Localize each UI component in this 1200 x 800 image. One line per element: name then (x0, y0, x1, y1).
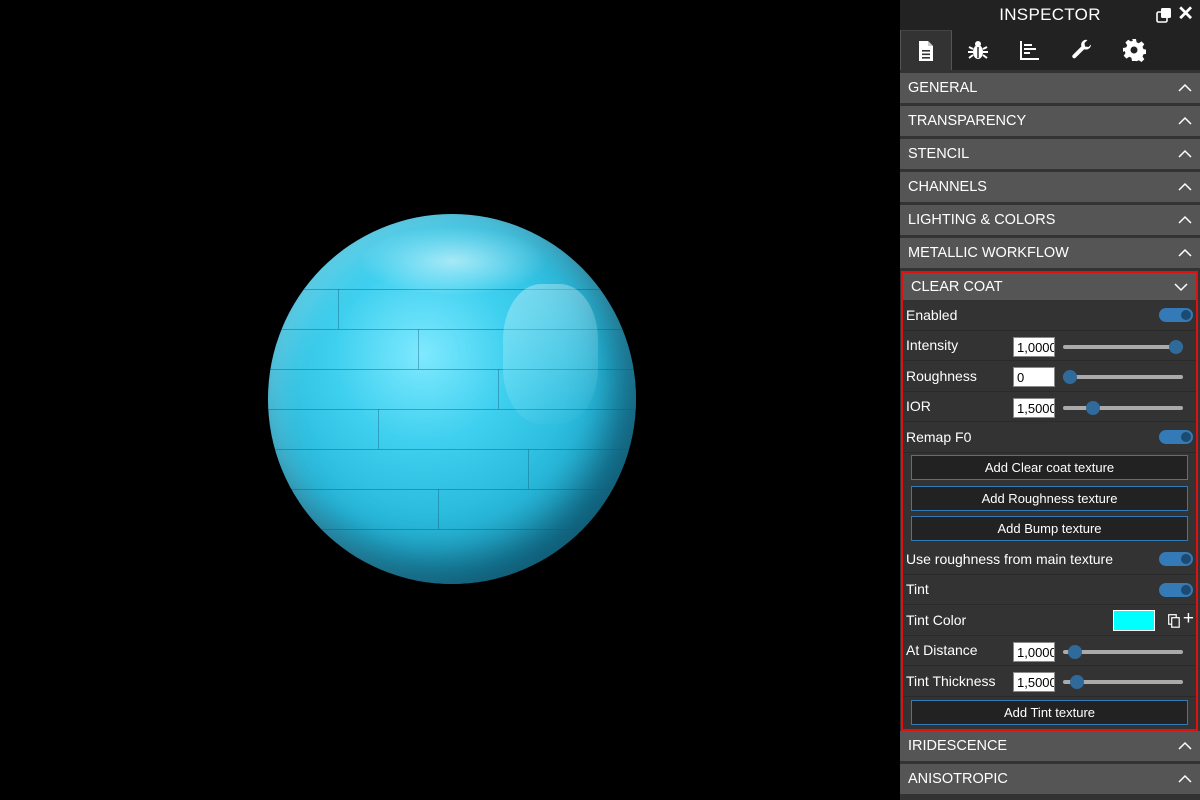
row-at-distance: At Distance 1,0000 (903, 636, 1196, 666)
document-icon (919, 40, 933, 61)
inspector-header: INSPECTOR ✕ (900, 0, 1200, 30)
section-label: TRANSPARENCY (908, 113, 1027, 129)
section-label: STENCIL (908, 146, 970, 162)
add-roughness-texture-button[interactable]: Add Roughness texture (911, 485, 1188, 511)
section-label: METALLIC WORKFLOW (908, 245, 1069, 261)
plus-icon[interactable]: + (1183, 609, 1194, 629)
roughness-input[interactable]: 0 (1013, 367, 1055, 387)
add-clearcoat-texture-button[interactable]: Add Clear coat texture (911, 455, 1188, 481)
slider-thumb[interactable] (1086, 400, 1101, 415)
section-general[interactable]: GENERAL (900, 73, 1200, 103)
row-ior: IOR 1,5000 (903, 392, 1196, 422)
chevron-up-icon (1178, 149, 1192, 158)
slider-thumb[interactable] (1070, 675, 1085, 689)
row-intensity: Intensity 1,0000 (903, 331, 1196, 361)
tab-tools[interactable] (1056, 30, 1108, 70)
use-roughness-label: Use roughness from main texture (906, 550, 1113, 567)
inspector-tabs (900, 30, 1200, 70)
add-bump-texture-button[interactable]: Add Bump texture (911, 516, 1188, 542)
tint-thickness-slider[interactable] (1063, 675, 1183, 689)
inspector-panel: INSPECTOR ✕ GENERAL TRANSPARENCY STENCIL… (900, 0, 1200, 800)
close-icon[interactable]: ✕ (1177, 3, 1194, 25)
chart-icon (1020, 41, 1039, 60)
at-distance-label: At Distance (906, 642, 978, 659)
row-bump-texture: Add Bump texture (903, 514, 1196, 545)
copy-icon[interactable] (1168, 614, 1180, 628)
section-clear-coat: CLEAR COAT Enabled Intensity 1,0000 Roug… (901, 271, 1198, 731)
section-lighting-colors[interactable]: LIGHTING & COLORS (900, 205, 1200, 235)
row-tint-texture: Add Tint texture (903, 697, 1196, 729)
render-viewport[interactable] (0, 0, 900, 800)
intensity-slider[interactable] (1063, 339, 1183, 354)
chevron-up-icon (1178, 248, 1192, 257)
tab-debug[interactable] (952, 30, 1004, 70)
ior-slider[interactable] (1063, 400, 1183, 415)
tab-settings[interactable] (1108, 30, 1160, 70)
row-roughness-texture: Add Roughness texture (903, 483, 1196, 514)
roughness-label: Roughness (906, 367, 977, 384)
section-anisotropic[interactable]: ANISOTROPIC (900, 763, 1200, 794)
chevron-down-icon (1174, 283, 1188, 292)
section-label: IRIDESCENCE (908, 737, 1008, 754)
ior-input[interactable]: 1,5000 (1013, 397, 1055, 418)
property-sections: GENERAL TRANSPARENCY STENCIL CHANNELS LI… (900, 70, 1200, 794)
section-metallic-workflow[interactable]: METALLIC WORKFLOW (900, 238, 1200, 268)
slider-thumb[interactable] (1068, 644, 1083, 659)
wrench-icon (1072, 39, 1092, 59)
ior-label: IOR (906, 398, 931, 415)
chevron-up-icon (1178, 741, 1192, 750)
chevron-up-icon (1178, 116, 1192, 125)
slider-thumb[interactable] (1169, 339, 1183, 354)
at-distance-slider[interactable] (1063, 644, 1183, 659)
tab-properties[interactable] (900, 30, 952, 70)
row-tint-color: Tint Color + (903, 605, 1196, 636)
row-use-roughness: Use roughness from main texture (903, 544, 1196, 575)
remap-f0-toggle[interactable] (1159, 430, 1193, 444)
tint-thickness-label: Tint Thickness (906, 672, 996, 689)
section-iridescence[interactable]: IRIDESCENCE (900, 730, 1200, 761)
inspector-title: INSPECTOR (999, 5, 1101, 24)
tint-color-label: Tint Color (906, 611, 967, 628)
material-preview-sphere (268, 214, 636, 584)
section-transparency[interactable]: TRANSPARENCY (900, 106, 1200, 136)
tint-thickness-input[interactable]: 1,5000 (1013, 672, 1055, 692)
bug-icon (968, 41, 988, 59)
remap-f0-label: Remap F0 (906, 428, 972, 445)
tab-statistics[interactable] (1004, 30, 1056, 70)
section-label: GENERAL (908, 80, 978, 96)
chevron-up-icon (1178, 215, 1192, 224)
section-stencil[interactable]: STENCIL (900, 139, 1200, 169)
section-channels[interactable]: CHANNELS (900, 172, 1200, 202)
slider-thumb[interactable] (1063, 370, 1077, 384)
section-clear-coat-header[interactable]: CLEAR COAT (903, 273, 1196, 300)
chevron-up-icon (1178, 83, 1192, 92)
row-enabled: Enabled (903, 300, 1196, 331)
row-tint-thickness: Tint Thickness 1,5000 (903, 666, 1196, 697)
roughness-slider[interactable] (1063, 370, 1183, 384)
row-clearcoat-texture: Add Clear coat texture (903, 453, 1196, 484)
enabled-label: Enabled (906, 306, 958, 323)
section-label: CHANNELS (908, 179, 987, 195)
tint-toggle[interactable] (1159, 582, 1193, 597)
chevron-up-icon (1178, 182, 1192, 191)
row-roughness: Roughness 0 (903, 361, 1196, 392)
section-label: CLEAR COAT (911, 278, 1003, 295)
at-distance-input[interactable]: 1,0000 (1013, 641, 1055, 662)
row-remap-f0: Remap F0 (903, 422, 1196, 453)
chevron-up-icon (1178, 774, 1192, 783)
intensity-label: Intensity (906, 337, 959, 354)
section-label: ANISOTROPIC (908, 770, 1008, 787)
section-label: LIGHTING & COLORS (908, 212, 1056, 228)
popout-icon[interactable] (1156, 7, 1172, 23)
gear-icon (1123, 39, 1146, 62)
intensity-input[interactable]: 1,0000 (1013, 336, 1055, 357)
tint-label: Tint (906, 581, 929, 598)
enabled-toggle[interactable] (1159, 308, 1193, 322)
use-roughness-toggle[interactable] (1159, 552, 1193, 566)
tint-color-swatch[interactable] (1113, 610, 1155, 631)
add-tint-texture-button[interactable]: Add Tint texture (911, 700, 1188, 725)
row-tint: Tint (903, 575, 1196, 605)
